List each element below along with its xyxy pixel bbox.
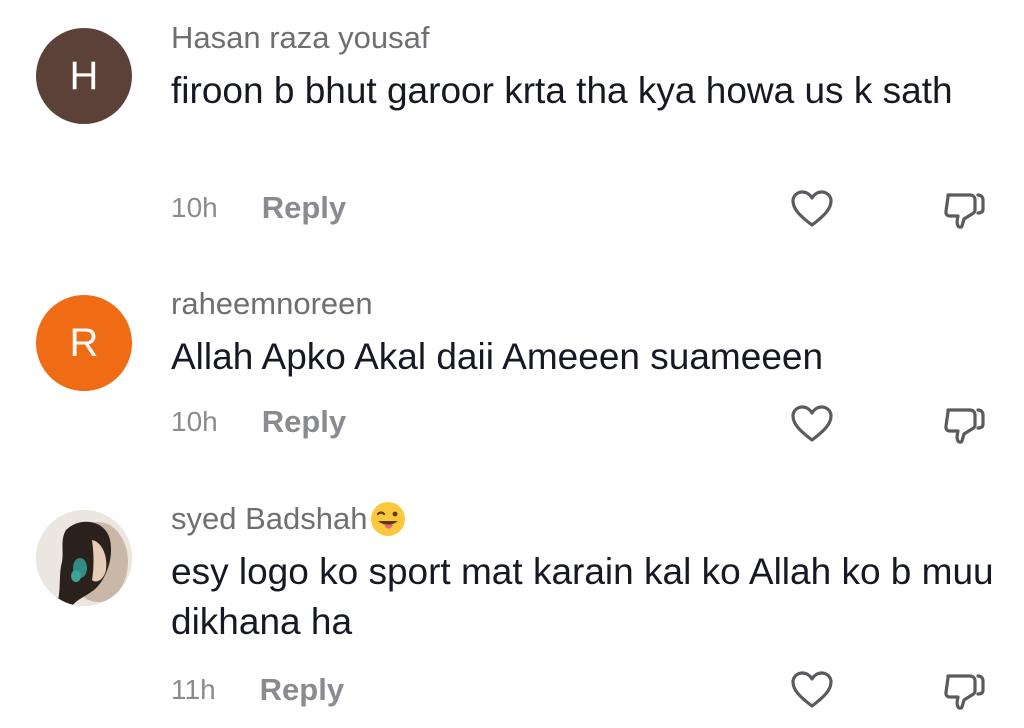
- comment-item: R raheemnoreen Allah Apko Akal daii Amee…: [0, 250, 1024, 490]
- comment-text: Allah Apko Akal daii Ameeen suameeen: [171, 336, 824, 377]
- reply-button[interactable]: Reply: [260, 672, 344, 708]
- avatar-initial: H: [69, 53, 99, 98]
- reply-button[interactable]: Reply: [262, 404, 346, 440]
- heart-icon[interactable]: [790, 189, 834, 229]
- comment-username[interactable]: syed Badshah: [171, 500, 407, 538]
- comment-username[interactable]: Hasan raza yousaf: [171, 20, 429, 56]
- comment-text: firoon b bhut garoor krta tha kya howa u…: [171, 70, 953, 111]
- comment-item: H Hasan raza yousaf firoon b bhut garoor…: [0, 0, 1024, 250]
- avatar-initial: R: [69, 320, 99, 365]
- comment-meta: 10h Reply: [171, 404, 346, 440]
- comment-meta: 11h Reply: [171, 672, 344, 708]
- profile-photo-icon: [36, 510, 132, 606]
- heart-icon[interactable]: [790, 670, 834, 710]
- username-text[interactable]: Hasan raza yousaf: [171, 20, 429, 56]
- thumbs-down-icon[interactable]: [942, 404, 986, 444]
- winking-face-with-tongue-icon: [371, 502, 406, 536]
- heart-icon[interactable]: [790, 404, 834, 444]
- username-text[interactable]: syed Badshah: [171, 501, 367, 537]
- comment-meta: 10h Reply: [171, 190, 346, 226]
- avatar[interactable]: [36, 510, 132, 606]
- comment-text: esy logo ko sport mat karain kal ko Alla…: [171, 551, 994, 642]
- reply-button[interactable]: Reply: [262, 190, 346, 226]
- comment-time: 10h: [171, 192, 218, 223]
- comment-time: 11h: [171, 674, 216, 705]
- comment-username[interactable]: raheemnoreen: [171, 286, 373, 322]
- avatar[interactable]: R: [36, 295, 132, 391]
- thumbs-down-icon[interactable]: [942, 670, 986, 710]
- thumbs-down-icon[interactable]: [942, 189, 986, 229]
- comment-time: 10h: [171, 406, 218, 437]
- avatar[interactable]: H: [36, 28, 132, 124]
- username-text[interactable]: raheemnoreen: [171, 286, 373, 322]
- comment-item: syed Badshah esy logo ko sport mat karai…: [0, 490, 1024, 728]
